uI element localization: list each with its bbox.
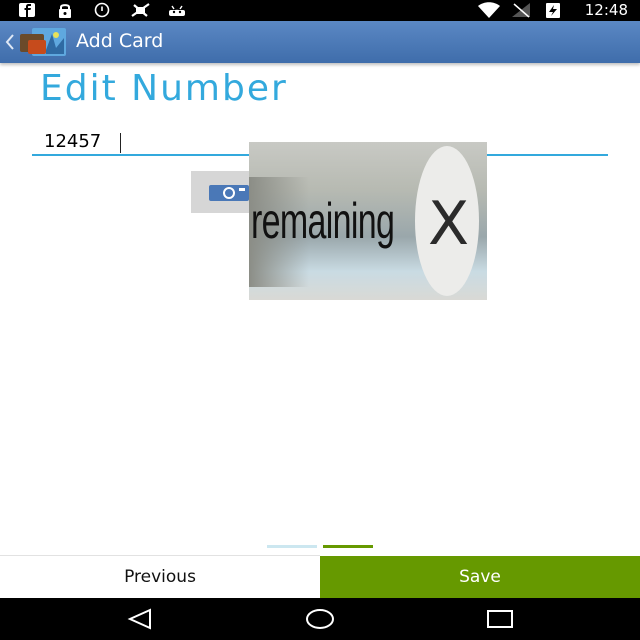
battery-charging-icon bbox=[546, 3, 560, 18]
ad-close-button[interactable]: X bbox=[415, 146, 479, 296]
page-heading: Edit Number bbox=[40, 68, 288, 109]
action-bar-title: Add Card bbox=[76, 30, 164, 52]
home-icon[interactable] bbox=[304, 607, 336, 631]
status-bar: 12:48 bbox=[0, 0, 640, 21]
alarm-icon bbox=[94, 2, 110, 18]
scan-camera-button[interactable] bbox=[191, 171, 251, 213]
signal-icon bbox=[512, 3, 530, 18]
no-sim-icon bbox=[131, 3, 150, 17]
wifi-icon bbox=[478, 2, 500, 18]
page-indicator-2-active bbox=[323, 545, 373, 548]
ad-overlay[interactable]: remaining X bbox=[249, 142, 487, 300]
text-cursor bbox=[120, 133, 121, 153]
previous-button[interactable]: Previous bbox=[0, 555, 320, 598]
back-icon[interactable] bbox=[124, 607, 156, 631]
back-chevron-icon[interactable] bbox=[5, 34, 15, 50]
recents-icon[interactable] bbox=[484, 607, 516, 631]
navigation-bar bbox=[0, 598, 640, 640]
action-bar: Add Card bbox=[0, 21, 640, 63]
status-time: 12:48 bbox=[584, 1, 628, 19]
facebook-icon bbox=[19, 3, 35, 17]
camera-icon bbox=[209, 185, 249, 201]
app-logo-icon[interactable] bbox=[18, 26, 68, 58]
lock-icon bbox=[59, 4, 71, 18]
ad-remaining-text: remaining bbox=[251, 193, 395, 249]
android-icon bbox=[169, 5, 185, 16]
page-indicator-1 bbox=[267, 545, 317, 548]
save-button[interactable]: Save bbox=[320, 556, 640, 598]
close-icon: X bbox=[428, 189, 470, 259]
